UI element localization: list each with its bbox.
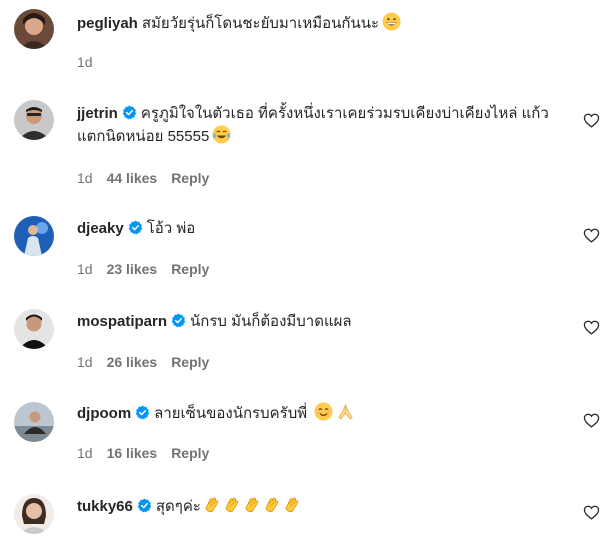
comment-text: djeaky โอ้ว พ่อ: [77, 218, 577, 240]
likes-count[interactable]: 44 likes: [107, 170, 158, 186]
username-link[interactable]: pegliyah: [77, 15, 138, 32]
user-avatar[interactable]: [14, 402, 54, 442]
grinning-face-icon: [382, 12, 401, 31]
user-avatar[interactable]: [14, 100, 54, 140]
comment-item: djpoom ลายเซ็นของนักรบครับพี่ 1d 16 likes R…: [0, 396, 608, 476]
clapping-hands-icon: [262, 495, 281, 514]
smiling-face-icon: [314, 402, 333, 421]
comment-time[interactable]: 1d: [77, 445, 93, 461]
comment-item: djeaky โอ้ว พ่อ 1d 23 likes Reply: [0, 210, 608, 290]
user-avatar[interactable]: [14, 494, 54, 534]
heart-icon[interactable]: [583, 504, 600, 521]
comment-item: tukky66 สุดๆค่ะ: [0, 486, 608, 544]
comment-meta: 1d 16 likes Reply: [77, 444, 209, 462]
verified-badge-icon: [137, 498, 152, 513]
username-link[interactable]: jjetrin: [77, 105, 118, 122]
comment-body: สมัยวัยรุ่นก็โดนชะยับมาเหมือนกันนะ: [141, 15, 380, 32]
comment-text: pegliyah สมัยวัยรุ่นก็โดนชะยับมาเหมือนกัน…: [77, 12, 577, 35]
user-avatar[interactable]: [14, 9, 54, 49]
comment-text: tukky66 สุดๆค่ะ: [77, 495, 577, 518]
reply-button[interactable]: Reply: [171, 261, 209, 277]
likes-count[interactable]: 16 likes: [107, 445, 158, 461]
comment-body: โอ้ว พ่อ: [146, 220, 196, 237]
heart-icon[interactable]: [583, 412, 600, 429]
username-link[interactable]: djeaky: [77, 220, 124, 237]
verified-badge-icon: [122, 105, 137, 120]
comment-text: djpoom ลายเซ็นของนักรบครับพี่: [77, 402, 577, 425]
comment-item: mospatiparn นักรบ มันก็ต้องมีบาดแผล 1d 26 …: [0, 303, 608, 383]
comment-time[interactable]: 1d: [77, 54, 93, 70]
comment-time[interactable]: 1d: [77, 170, 93, 186]
comment-text: jjetrin ครูภูมิใจในตัวเธอ ที่ครั้งหนึ่งเร…: [77, 103, 577, 148]
username-link[interactable]: mospatiparn: [77, 313, 167, 330]
reply-button[interactable]: Reply: [171, 170, 209, 186]
comment-meta: 1d 26 likes Reply: [77, 353, 209, 371]
verified-badge-icon: [135, 405, 150, 420]
clapping-hands-icon: [222, 495, 241, 514]
folded-hands-icon: [336, 402, 355, 421]
comment-meta: 1d 23 likes Reply: [77, 260, 209, 278]
comment-text: mospatiparn นักรบ มันก็ต้องมีบาดแผล: [77, 311, 577, 333]
comment-item: jjetrin ครูภูมิใจในตัวเธอ ที่ครั้งหนึ่งเร…: [0, 94, 608, 189]
clapping-hands-icon: [242, 495, 261, 514]
likes-count[interactable]: 26 likes: [107, 354, 158, 370]
clapping-hands-icon: [202, 495, 221, 514]
comment-body: นักรบ มันก็ต้องมีบาดแผล: [190, 313, 352, 330]
likes-count[interactable]: 23 likes: [107, 261, 158, 277]
comment-body: ครูภูมิใจในตัวเธอ ที่ครั้งหนึ่งเราเคยร่ว…: [77, 105, 549, 145]
heart-icon[interactable]: [583, 227, 600, 244]
comment-item: pegliyah สมัยวัยรุ่นก็โดนชะยับมาเหมือนกัน…: [0, 0, 608, 80]
comment-meta: 1d: [77, 53, 93, 71]
comment-time[interactable]: 1d: [77, 261, 93, 277]
user-avatar[interactable]: [14, 216, 54, 256]
verified-badge-icon: [171, 313, 186, 328]
comment-body: ลายเซ็นของนักรบครับพี่: [154, 405, 308, 422]
user-avatar[interactable]: [14, 309, 54, 349]
clapping-hands-icon: [282, 495, 301, 514]
heart-icon[interactable]: [583, 319, 600, 336]
tears-of-joy-icon: [212, 125, 231, 144]
comment-body: สุดๆค่ะ: [155, 498, 201, 515]
username-link[interactable]: djpoom: [77, 405, 131, 422]
username-link[interactable]: tukky66: [77, 498, 133, 515]
reply-button[interactable]: Reply: [171, 354, 209, 370]
reply-button[interactable]: Reply: [171, 445, 209, 461]
comment-time[interactable]: 1d: [77, 354, 93, 370]
verified-badge-icon: [128, 220, 143, 235]
heart-icon[interactable]: [583, 112, 600, 129]
comment-meta: 1d 44 likes Reply: [77, 169, 209, 187]
